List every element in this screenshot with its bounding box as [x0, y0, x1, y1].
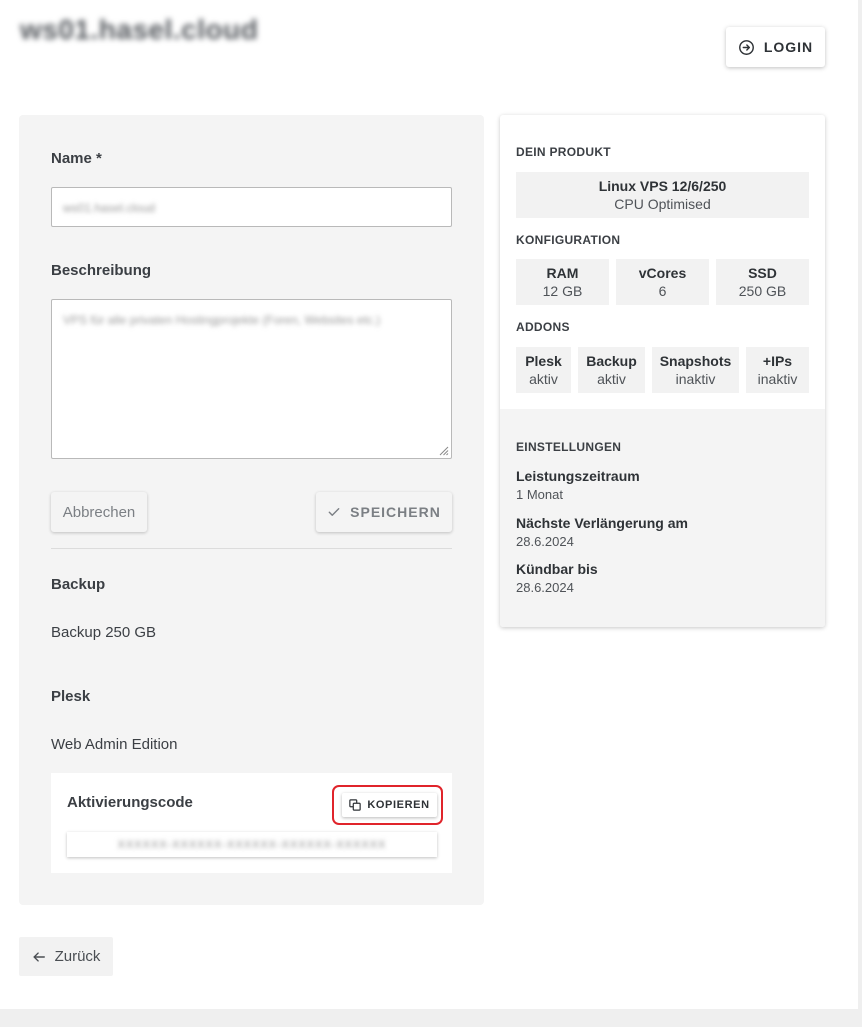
addon-tile-ips: +IPs inaktiv: [746, 347, 809, 393]
page-bottom-strip: [0, 1009, 862, 1027]
login-button[interactable]: LOGIN: [726, 27, 825, 67]
activation-code-label: Aktivierungscode: [67, 794, 193, 811]
copy-button-highlight: KOPIEREN: [332, 785, 443, 825]
resize-handle-icon[interactable]: [437, 444, 449, 456]
product-summary-card: DEIN PRODUKT Linux VPS 12/6/250 CPU Opti…: [500, 115, 825, 627]
addon-status: aktiv: [529, 371, 558, 387]
login-label: LOGIN: [763, 39, 814, 55]
activation-code-box: Aktivierungscode KOPIEREN XXXXXX-XXXXXX-…: [51, 773, 452, 873]
settings-item-label: Nächste Verlängerung am: [516, 515, 688, 531]
addon-label: Snapshots: [659, 353, 732, 369]
config-value: 6: [658, 283, 667, 299]
config-tile-vcores: vCores 6: [616, 259, 709, 305]
save-label: SPEICHERN: [350, 504, 441, 520]
config-tile-ssd: SSD 250 GB: [716, 259, 809, 305]
settings-item-value: 1 Monat: [516, 487, 563, 502]
product-heading: DEIN PRODUKT: [516, 145, 611, 159]
settings-item-label: Leistungszeitraum: [516, 468, 640, 484]
addon-status: inaktiv: [675, 371, 716, 387]
plesk-heading: Plesk: [51, 688, 91, 705]
addon-label: Plesk: [525, 353, 562, 369]
config-tile-ram: RAM 12 GB: [516, 259, 609, 305]
config-label: SSD: [748, 265, 777, 281]
config-value: 250 GB: [738, 283, 787, 299]
back-button[interactable]: Zurück: [19, 937, 113, 976]
addon-tile-snapshots: Snapshots inaktiv: [652, 347, 739, 393]
addon-label: Backup: [586, 353, 637, 369]
config-value: 12 GB: [542, 283, 583, 299]
name-input[interactable]: ws01.hasel.cloud: [51, 187, 452, 227]
config-label: vCores: [638, 265, 687, 281]
copy-button[interactable]: KOPIEREN: [342, 793, 437, 817]
settings-section: EINSTELLUNGEN Leistungszeitraum 1 Monat …: [500, 409, 825, 627]
activation-code-field[interactable]: XXXXXX-XXXXXX-XXXXXX-XXXXXX-XXXXXX: [67, 832, 437, 857]
arrow-circle-right-icon: [738, 39, 754, 55]
settings-item-label: Kündbar bis: [516, 561, 598, 577]
product-subtitle: CPU Optimised: [614, 196, 711, 212]
name-input-value: ws01.hasel.cloud: [63, 201, 156, 215]
settings-item-value: 28.6.2024: [516, 534, 574, 549]
save-button[interactable]: SPEICHERN: [316, 492, 452, 532]
copy-icon: [349, 799, 362, 811]
arrow-left-icon: [33, 951, 45, 962]
divider: [51, 548, 452, 549]
plesk-value: Web Admin Edition: [51, 736, 178, 753]
addon-status: inaktiv: [757, 371, 798, 387]
description-textarea-value: VPS für alle privaten Hostingprojekte (F…: [63, 313, 381, 327]
page-right-strip: [858, 0, 862, 1027]
addon-label: +IPs: [762, 353, 793, 369]
product-name: Linux VPS 12/6/250: [598, 178, 727, 194]
check-icon: [328, 508, 340, 516]
config-heading: KONFIGURATION: [516, 233, 621, 247]
edit-form-card: Name * ws01.hasel.cloud Beschreibung VPS…: [19, 115, 484, 905]
settings-heading: EINSTELLUNGEN: [516, 440, 622, 454]
copy-label: KOPIEREN: [367, 799, 430, 811]
addon-status: aktiv: [597, 371, 626, 387]
activation-code-value: XXXXXX-XXXXXX-XXXXXX-XXXXXX-XXXXXX: [117, 838, 387, 851]
addons-heading: ADDONS: [516, 320, 570, 334]
addon-tile-backup: Backup aktiv: [578, 347, 645, 393]
backup-value: Backup 250 GB: [51, 624, 157, 641]
config-label: RAM: [546, 265, 579, 281]
product-tile: Linux VPS 12/6/250 CPU Optimised: [516, 172, 809, 218]
backup-heading: Backup: [51, 576, 106, 593]
addon-tile-plesk: Plesk aktiv: [516, 347, 571, 393]
description-textarea[interactable]: VPS für alle privaten Hostingprojekte (F…: [51, 299, 452, 459]
cancel-button[interactable]: Abbrechen: [51, 492, 147, 532]
page-title: ws01.hasel.cloud: [20, 14, 259, 45]
name-label: Name *: [51, 150, 102, 167]
settings-item-value: 28.6.2024: [516, 580, 574, 595]
back-label: Zurück: [54, 948, 101, 965]
description-label: Beschreibung: [51, 262, 152, 279]
